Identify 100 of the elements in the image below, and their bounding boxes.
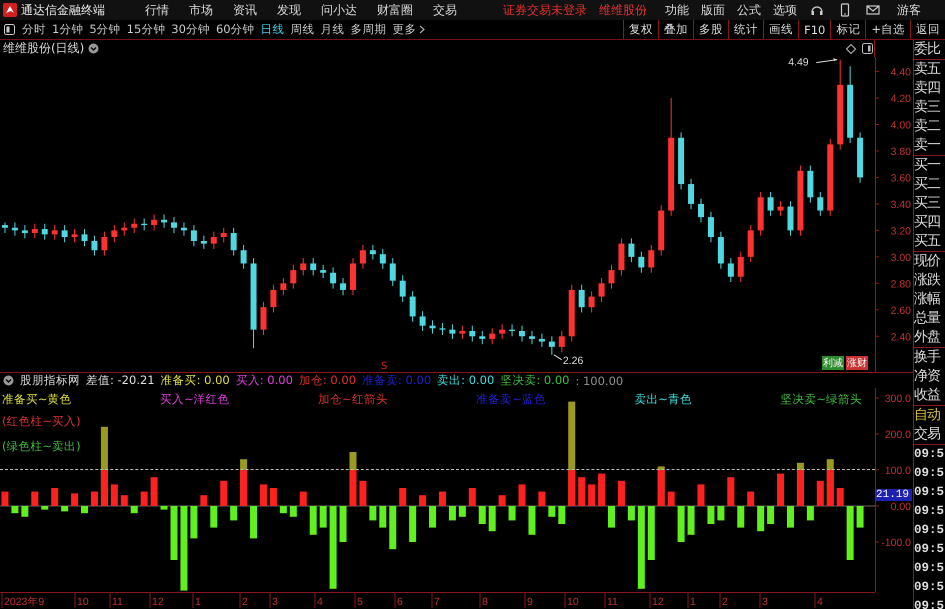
axis-tick-label: 2 [722, 596, 728, 608]
indicator-bar [448, 506, 456, 520]
quote-field-label[interactable]: 买三 [914, 194, 945, 213]
indicator-bar [856, 506, 864, 528]
quote-field-label[interactable]: 买四 [914, 213, 945, 232]
menu-item[interactable]: 市场 [179, 2, 223, 18]
menu-item[interactable]: 版面 [695, 2, 731, 18]
candlestick [469, 325, 476, 342]
quote-field-label[interactable]: 换手 [914, 348, 945, 367]
candlestick [62, 224, 68, 243]
candlestick [509, 324, 516, 337]
period-tab[interactable]: 1分钟 [49, 22, 86, 37]
menu-item[interactable]: 发现 [267, 2, 311, 18]
quote-field-label[interactable]: 卖三 [914, 98, 945, 117]
candlestick [161, 214, 168, 228]
indicator-bar [359, 480, 366, 506]
status-notice[interactable]: 证券交易未登录 [497, 2, 593, 18]
candlestick [400, 274, 406, 302]
mail-icon[interactable] [866, 3, 880, 17]
quote-field-label[interactable]: 净资 [914, 367, 945, 386]
period-tab[interactable]: 更多 [390, 22, 428, 37]
indicator-bar [250, 506, 258, 538]
menu-item[interactable]: 选项 [767, 2, 803, 18]
dropdown-icon[interactable] [88, 43, 100, 54]
info-badge[interactable]: 涨财 [846, 356, 868, 370]
indicator-bar [846, 506, 854, 560]
indicator-bar [21, 506, 28, 517]
period-tab[interactable]: 30分钟 [168, 22, 213, 37]
indicator-bar [369, 506, 376, 520]
diamond-icon[interactable] [846, 44, 856, 54]
candlestick [857, 132, 864, 184]
quote-field-label[interactable]: 买一 [914, 156, 945, 175]
period-tab[interactable]: 多周期 [348, 22, 390, 37]
indicator-bar [110, 484, 118, 506]
quote-field-label[interactable]: 委比 [914, 40, 945, 59]
candlestick [340, 278, 346, 296]
axis-tick-label: 300.0 [884, 393, 911, 405]
period-tab[interactable]: 15分钟 [124, 22, 168, 37]
indicator-readout: 卖出: 0.00 [437, 373, 494, 388]
axis-tick-label: 100.0 [884, 465, 911, 477]
candlestick [280, 278, 286, 296]
indicator-bar [488, 506, 496, 532]
menu-item[interactable]: 交易 [423, 2, 467, 18]
quote-field-label[interactable]: 卖四 [914, 79, 945, 98]
axis-tick-label: 2 [242, 596, 248, 608]
period-tab[interactable]: 60分钟 [212, 22, 258, 37]
period-tab[interactable]: 日线 [258, 22, 288, 37]
mode-option[interactable]: 交易 [914, 425, 945, 444]
menu-item[interactable]: 问小达 [311, 2, 367, 18]
indicator-bar [419, 495, 426, 506]
quote-field-label[interactable]: 涨跌 [914, 271, 945, 290]
quote-field-label[interactable]: 卖二 [914, 117, 945, 136]
quote-field-label[interactable]: 买二 [914, 175, 945, 194]
menu-item[interactable]: 行情 [135, 2, 179, 18]
candlestick [479, 330, 486, 345]
mode-option[interactable]: 自动 [914, 406, 945, 425]
period-tab[interactable]: 5分钟 [86, 22, 124, 37]
dropdown-icon[interactable] [3, 375, 14, 386]
indicator-bar [429, 506, 436, 528]
panel-toggle-icon[interactable] [862, 43, 873, 54]
quote-field-label[interactable]: 买五 [914, 232, 945, 251]
candlestick [817, 192, 824, 216]
candlestick [350, 258, 356, 296]
axis-tick-label: 4.20 [890, 93, 911, 106]
candlestick [648, 244, 654, 274]
legend-label: 加仓~红箭头 [318, 392, 388, 407]
panel-toggle-icon[interactable] [4, 24, 15, 35]
quote-field-label[interactable]: 外盘 [914, 328, 945, 347]
candlestick [588, 290, 595, 313]
candlestick [658, 204, 664, 256]
phone-icon[interactable] [838, 3, 852, 17]
period-tab[interactable]: 周线 [288, 22, 318, 37]
candlestick [449, 324, 456, 340]
indicator-bar [130, 506, 138, 514]
candlestick [638, 251, 644, 274]
indicator-bar [1, 492, 8, 506]
quote-field-label[interactable]: 卖一 [914, 136, 945, 155]
user-label[interactable]: 游客 [887, 2, 931, 18]
trade-time: 09:5 [914, 560, 945, 577]
info-badge[interactable]: 利减 [822, 356, 844, 370]
indicator-bar [538, 492, 546, 506]
menu-item[interactable]: 功能 [659, 2, 695, 18]
quote-field-label[interactable]: 卖五 [914, 60, 945, 79]
quote-field-label[interactable]: 涨幅 [914, 290, 945, 309]
candlestick [538, 333, 545, 348]
candlestick [91, 235, 98, 256]
axis-tick-label: 2023年9 [4, 596, 44, 608]
menu-item[interactable]: 资讯 [223, 2, 267, 18]
menu-item[interactable]: 财富圈 [367, 2, 423, 18]
quote-field-label[interactable]: 现价 [914, 252, 945, 271]
period-tab[interactable]: 分时 [19, 22, 49, 37]
period-tab[interactable]: 月线 [318, 22, 348, 37]
indicator-bar [310, 506, 317, 535]
menu-item[interactable]: 公式 [731, 2, 767, 18]
status-notice[interactable]: 维维股份 [593, 2, 653, 18]
candlestick [678, 132, 684, 190]
legend-label: 准备买~黄色 [2, 392, 72, 407]
candlestick [718, 231, 724, 270]
quote-field-label[interactable]: 总量 [914, 309, 945, 328]
quote-field-label[interactable]: 收益 [914, 386, 945, 405]
